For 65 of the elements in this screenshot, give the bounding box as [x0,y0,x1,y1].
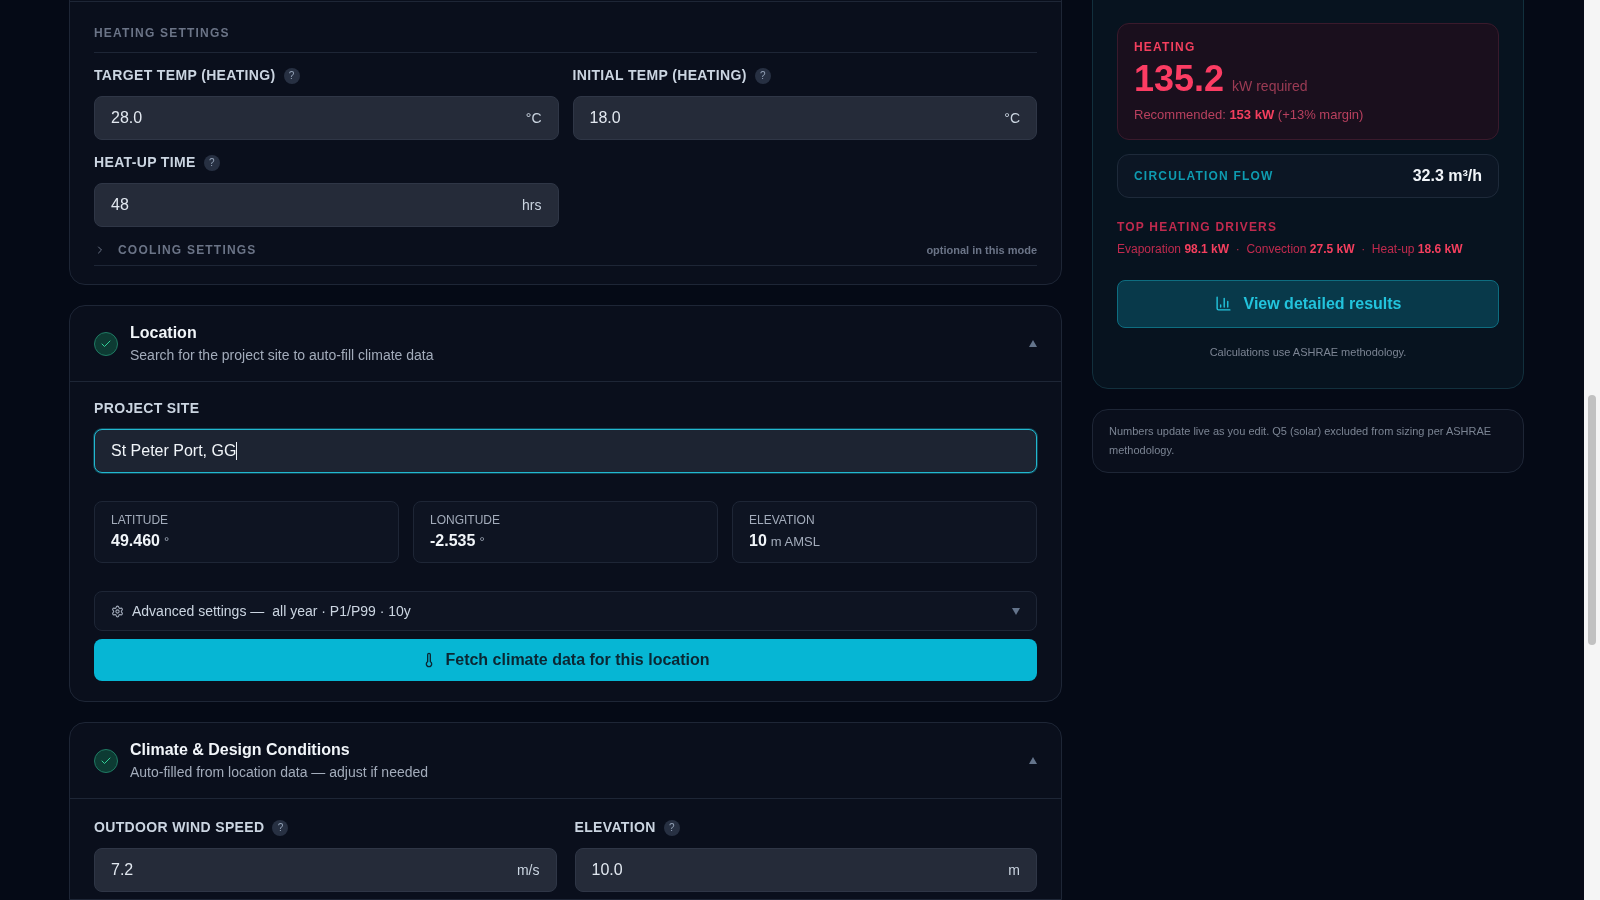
settings-icon [111,604,124,618]
field-value: 28.0 [111,108,143,128]
unit-label: ° [163,533,170,551]
coordinate-value: 10 [749,531,767,551]
field-label: ELEVATION [574,818,656,837]
unit-label: ° [479,533,485,551]
section-header[interactable]: Location Search for the project site to auto-fill climate data [70,306,1061,382]
field-value: 10.0 [591,860,623,880]
input-field[interactable]: 48 hrs [94,183,559,227]
fetch-button[interactable]: Fetch climate data for this location [94,639,1037,681]
group-title: HEATING SETTINGS [94,26,230,40]
advanced-settings-dropdown[interactable]: Advanced settings — all year · P1/P99 · 10y [94,591,1037,631]
result-label: HEATING [1134,39,1197,56]
recommended-text: Recommended: 153 kW (+13% margin) [1134,106,1365,124]
scrollbar-thumb[interactable] [1588,395,1596,645]
field-value: 18.0 [589,108,621,128]
field-label: HEAT-UP TIME [94,153,196,172]
bar-chart-icon [1214,295,1232,312]
section-title: Location [130,323,198,343]
flow-value: 32.3 m³/h [1412,165,1482,186]
unit-label: kW required [1232,77,1308,96]
coordinate-label: LATITUDE [111,512,170,529]
input-field[interactable]: 28.0 °C [94,96,559,140]
help-badge[interactable]: ? [663,819,680,836]
coordinate-value: -2.535 [430,531,476,551]
cooling-toggle[interactable]: COOLING SETTINGS optional in this mode [94,241,1037,266]
input-field[interactable]: 18.0 °C [572,96,1037,140]
field-value: 7.2 [111,860,134,880]
help-badge[interactable]: ? [203,154,220,171]
coordinate-value: 49.460 [111,531,160,551]
coordinate-label: LONGITUDE [430,512,501,529]
section-subtitle: Auto-filled from location data — adjust if needed [130,763,429,782]
field-label: INITIAL TEMP (HEATING) [572,66,747,85]
section-title: Climate & Design Conditions [130,740,351,760]
unit-label: °C [1004,108,1020,128]
unit-label: hrs [522,195,542,215]
unit-label: °C [525,108,542,128]
unit-label: m/s [516,860,540,880]
help-badge[interactable]: ? [272,819,289,836]
field-label: TARGET TEMP (HEATING) [94,66,276,85]
input-field[interactable]: 7.2 m/s [94,848,557,892]
optional-note: optional in this mode [926,242,1037,258]
coordinate-label: ELEVATION [749,512,816,529]
collapse-icon[interactable] [1029,757,1037,764]
field-value: 48 [111,195,129,215]
help-badge[interactable]: ? [754,67,771,84]
section-subtitle: Search for the project site to auto-fill climate data [130,346,434,365]
help-badge[interactable]: ? [283,67,300,84]
search-field[interactable]: St Peter Port, GG [94,429,1037,473]
input-field[interactable]: 10.0 m [574,848,1037,892]
field-label: OUTDOOR WIND SPEED [94,818,265,837]
drivers-title: TOP HEATING DRIVERS [1117,218,1279,236]
heating-value: 135.2 [1134,57,1225,101]
dropdown-icon[interactable] [1012,607,1020,615]
section-header[interactable]: Climate & Design Conditions Auto-filled from location data — adjust if needed [70,723,1061,799]
drivers-text: Evaporation 98.1 kW · Convection 27.5 kW · Heat-up 18.6 kW [1117,240,1464,258]
scrollbar[interactable] [1584,0,1600,900]
footnote: Calculations use ASHRAE methodology. [1208,344,1408,360]
collapse-icon[interactable] [1029,340,1037,347]
info-text: Numbers update live as you edit. Q5 (solar) excluded from sizing per ASHRAE methodology. [1109,424,1493,458]
unit-label: m AMSL [770,533,820,551]
view-results-button[interactable]: View detailed results [1117,279,1499,328]
unit-label: m [1008,860,1020,880]
result-label: CIRCULATION FLOW [1134,167,1274,185]
field-label: PROJECT SITE [94,399,201,418]
